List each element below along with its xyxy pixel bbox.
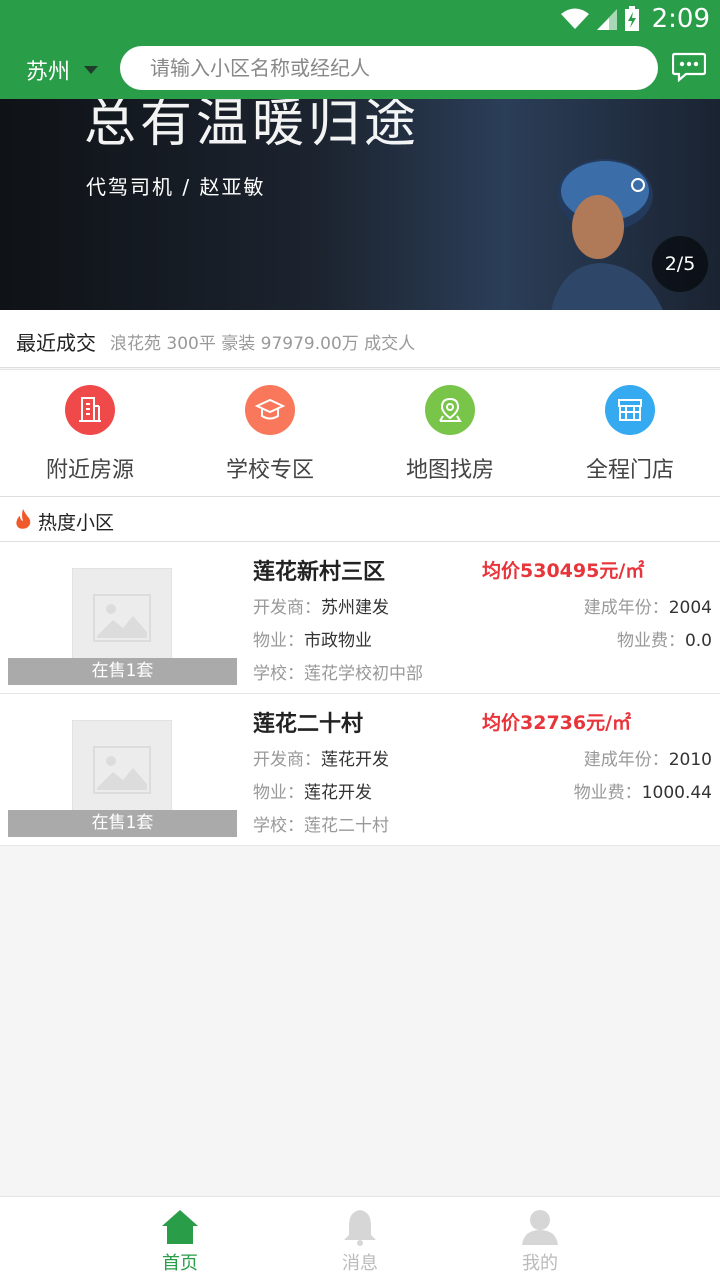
year-value: 2004 xyxy=(668,598,712,618)
recent-deal-ticker[interactable]: 最近成交 浪花苑 300平 豪装 97979.00万 成交人 xyxy=(0,310,720,368)
bell-icon xyxy=(344,1210,376,1246)
quick-menu: 附近房源 学校专区 地图找房 全程门店 xyxy=(0,369,720,497)
property-label: 物业： xyxy=(253,631,304,651)
fire-icon xyxy=(16,509,31,529)
fee-label: 物业费： xyxy=(616,631,685,651)
community-name: 莲花二十村 xyxy=(253,712,364,737)
hot-communities-title: 热度小区 xyxy=(38,512,115,534)
bottom-tab-bar: 首页 消息 我的 xyxy=(0,1196,720,1280)
image-placeholder-icon xyxy=(72,568,172,668)
status-icons xyxy=(560,6,640,32)
developer-label: 开发商： xyxy=(253,598,321,618)
menu-all-stores[interactable]: 全程门店 xyxy=(540,370,720,498)
recent-deal-label: 最近成交 xyxy=(16,331,96,355)
menu-label: 附近房源 xyxy=(45,458,134,483)
tab-messages[interactable]: 消息 xyxy=(310,1203,410,1277)
menu-nearby-listings[interactable]: 附近房源 xyxy=(0,370,180,498)
developer-value: 莲花开发 xyxy=(321,750,389,770)
caret-down-icon xyxy=(84,66,99,74)
status-time: 2:09 xyxy=(651,4,710,34)
property-row: 物业：莲花开发 xyxy=(253,778,372,803)
chat-bubble-icon[interactable] xyxy=(672,52,706,82)
developer-row: 开发商：莲花开发 xyxy=(253,745,389,770)
year-label: 建成年份： xyxy=(583,598,669,618)
tab-label: 我的 xyxy=(522,1253,558,1274)
community-name: 莲花新村三区 xyxy=(253,560,386,585)
tab-profile[interactable]: 我的 xyxy=(490,1203,590,1277)
battery-icon xyxy=(625,6,639,31)
tab-label: 消息 xyxy=(342,1253,378,1274)
user-icon xyxy=(522,1210,558,1245)
fee-value: 0.0 xyxy=(684,631,712,651)
recent-deal-info: 浪花苑 300平 豪装 97979.00万 成交人 xyxy=(110,334,416,354)
hot-communities-header: 热度小区 xyxy=(0,497,720,542)
developer-label: 开发商： xyxy=(253,750,321,770)
signal-icon xyxy=(597,9,617,30)
community-card[interactable]: 在售1套 莲花二十村 均价32736元/㎡ 开发商：莲花开发 建成年份：2010… xyxy=(0,694,720,846)
menu-map-search[interactable]: 地图找房 xyxy=(360,370,540,498)
tab-label: 首页 xyxy=(162,1253,198,1274)
banner-subline: 代驾司机 / 赵亚敏 xyxy=(86,175,266,199)
fee-label: 物业费： xyxy=(573,783,642,803)
property-row: 物业：市政物业 xyxy=(253,626,372,651)
fee-value: 1000.44 xyxy=(641,783,712,803)
menu-label: 全程门店 xyxy=(585,458,674,483)
graduation-cap-icon xyxy=(245,385,295,435)
community-price: 均价530495元/㎡ xyxy=(482,560,645,582)
header: 苏州 xyxy=(0,38,720,99)
menu-label: 学校专区 xyxy=(225,458,314,483)
banner-page-counter: 2/5 xyxy=(652,236,708,292)
search-bar[interactable] xyxy=(120,46,658,90)
year-row: 建成年份：2010 xyxy=(584,745,712,770)
storefront-icon xyxy=(605,385,655,435)
status-bar: 2:09 xyxy=(0,0,720,38)
city-label: 苏州 xyxy=(26,60,71,85)
rider-figure-illustration xyxy=(551,159,663,310)
community-card[interactable]: 在售1套 莲花新村三区 均价530495元/㎡ 开发商：苏州建发 建成年份：20… xyxy=(0,542,720,694)
developer-value: 苏州建发 xyxy=(321,598,389,618)
menu-label: 地图找房 xyxy=(405,458,494,483)
tab-home[interactable]: 首页 xyxy=(130,1203,230,1277)
property-value: 市政物业 xyxy=(304,631,372,651)
school-row: 学校：莲花二十村 xyxy=(253,816,389,836)
community-price: 均价32736元/㎡ xyxy=(482,712,632,734)
search-input[interactable] xyxy=(120,46,658,90)
image-placeholder-icon xyxy=(72,720,172,820)
building-icon xyxy=(65,385,115,435)
banner-carousel[interactable]: 总有温暖归途 代驾司机 / 赵亚敏 2/5 xyxy=(0,99,720,310)
menu-school-zone[interactable]: 学校专区 xyxy=(180,370,360,498)
wifi-icon xyxy=(561,8,589,29)
onsale-badge: 在售1套 xyxy=(8,658,237,685)
map-pin-icon xyxy=(425,385,475,435)
school-row: 学校：莲花学校初中部 xyxy=(253,664,423,684)
fee-row: 物业费：0.0 xyxy=(617,626,712,651)
year-value: 2010 xyxy=(668,750,712,770)
city-selector[interactable]: 苏州 xyxy=(26,54,99,86)
developer-row: 开发商：苏州建发 xyxy=(253,593,389,618)
year-label: 建成年份： xyxy=(583,750,669,770)
banner-headline: 总有温暖归途 xyxy=(84,99,421,154)
fee-row: 物业费：1000.44 xyxy=(574,778,712,803)
year-row: 建成年份：2004 xyxy=(584,593,712,618)
property-label: 物业： xyxy=(253,783,304,803)
property-value: 莲花开发 xyxy=(304,783,372,803)
home-icon xyxy=(162,1210,198,1244)
onsale-badge: 在售1套 xyxy=(8,810,237,837)
